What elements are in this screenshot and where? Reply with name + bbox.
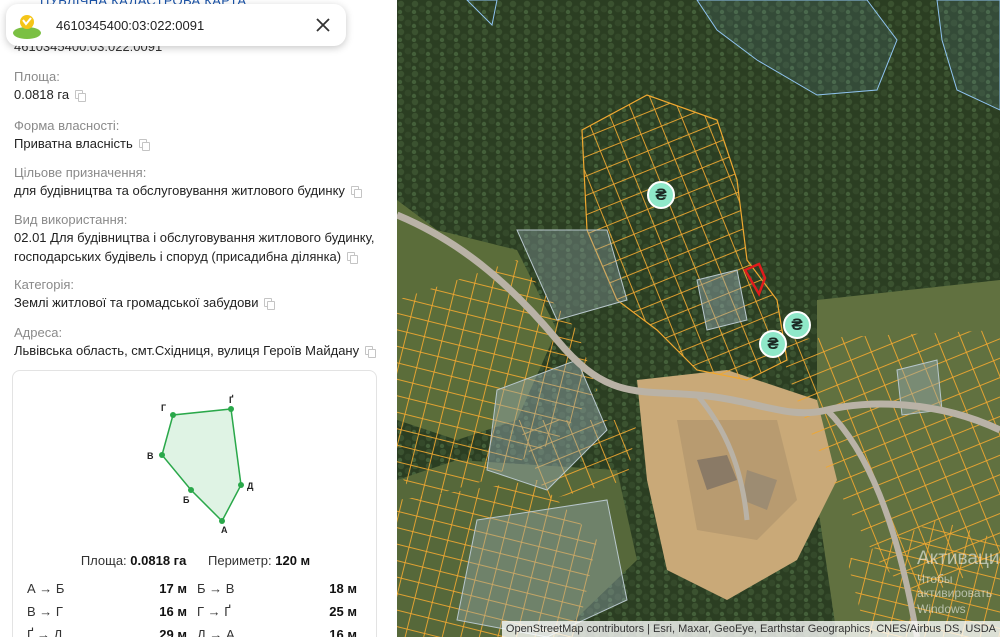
price-marker[interactable]: ₴ — [759, 330, 787, 358]
side-name: Ґ → Д — [27, 627, 63, 637]
parcel-geometry-card: А Б В Г Ґ Д Площа: 0.0818 га Периметр: 1… — [12, 370, 377, 637]
side-length: 18 м — [329, 581, 357, 596]
vertex-label: Б — [183, 495, 190, 505]
geometry-summary: Площа: 0.0818 га Периметр: 120 м — [13, 553, 378, 568]
copy-icon[interactable] — [347, 252, 359, 264]
price-marker[interactable]: ₴ — [647, 181, 675, 209]
watermark-line: Чтобы активировать — [917, 572, 993, 600]
parcel-info-panel: ПУБЛІЧНА КАДАСТРОВА КАРТА 4610345400:03:… — [0, 0, 397, 637]
vertex-h — [170, 412, 176, 418]
side-row: В → Г 16 м Г → Ґ 25 м — [27, 600, 367, 623]
side-row: Ґ → Д 29 м Д → А 16 м — [27, 623, 367, 637]
side-lengths-table: А → Б 17 м Б → В 18 м В → Г 16 м Г → Ґ 25 м … — [27, 577, 367, 637]
price-marker[interactable]: ₴ — [783, 311, 811, 339]
vertex-a — [219, 518, 225, 524]
address-field: Адреса: Львівська область, смт.Східниця,… — [14, 324, 389, 360]
category-value: Землі житлової та громадської забудови — [14, 295, 259, 310]
vertex-label: В — [147, 451, 154, 461]
copy-icon[interactable] — [365, 346, 377, 358]
parcel-shape-diagram: А Б В Г Ґ Д — [147, 394, 254, 533]
category-label: Категорія: — [14, 277, 75, 292]
side-name: Д → А — [197, 627, 235, 637]
category-field: Категорія: Землі житлової та громадської… — [14, 276, 389, 312]
side-length: 16 м — [329, 627, 357, 637]
side-name: В → Г — [27, 604, 63, 619]
area-value: 0.0818 га — [14, 87, 70, 102]
watermark-line: Windows — [917, 602, 966, 616]
side-name: Б → В — [197, 581, 235, 596]
side-name: А → Б — [27, 581, 65, 596]
side-length: 16 м — [159, 604, 187, 619]
area-label: Площа: — [14, 69, 60, 84]
vertex-g — [228, 406, 234, 412]
vertex-b — [188, 487, 194, 493]
ownership-value: Приватна власність — [14, 136, 133, 151]
usage-field: Вид використання: 02.01 Для будівництва … — [14, 211, 389, 266]
close-button[interactable] — [308, 10, 338, 40]
purpose-value: для будівництва та обслуговування житлов… — [14, 183, 345, 198]
search-input[interactable]: 4610345400:03:022:0091 — [56, 18, 308, 33]
vertex-label: Ґ — [229, 394, 234, 405]
perimeter-value: 120 м — [275, 553, 311, 568]
vertex-v — [159, 452, 165, 458]
copy-icon[interactable] — [138, 139, 150, 151]
vertex-d — [238, 482, 244, 488]
map-canvas[interactable] — [397, 0, 1000, 637]
watermark-title: Активация — [917, 548, 1000, 569]
side-length: 17 м — [159, 581, 187, 596]
usage-value-line1: 02.01 Для будівництва і обслуговування ж… — [14, 230, 375, 245]
perimeter-label: Периметр: — [208, 553, 272, 568]
map-attribution[interactable]: OpenStreetMap contributors | Esri, Maxar… — [501, 621, 1000, 637]
search-bar[interactable]: 4610345400:03:022:0091 — [6, 4, 346, 46]
usage-value-line2: господарських будівель і споруд (присади… — [14, 249, 342, 264]
satellite-map[interactable]: ₴ ₴ ₴ Активация Чтобы активировать Windo… — [397, 0, 1000, 637]
side-length: 29 м — [159, 627, 187, 637]
copy-icon[interactable] — [75, 90, 87, 102]
address-label: Адреса: — [14, 325, 63, 340]
usage-label: Вид використання: — [14, 212, 128, 227]
vertex-label: Д — [247, 481, 254, 491]
purpose-field: Цільове призначення: для будівництва та … — [14, 164, 389, 200]
vertex-label: А — [221, 525, 228, 533]
vertex-label: Г — [161, 403, 166, 413]
side-row: А → Б 17 м Б → В 18 м — [27, 577, 367, 600]
area-summary-value: 0.0818 га — [130, 553, 187, 568]
app-logo-icon[interactable] — [10, 8, 44, 42]
ownership-label: Форма власності: — [14, 118, 120, 133]
copy-icon[interactable] — [350, 186, 362, 198]
copy-icon[interactable] — [264, 298, 276, 310]
close-icon — [316, 18, 330, 32]
address-value: Львівська область, смт.Східниця, вулиця … — [14, 343, 360, 358]
side-name: Г → Ґ — [197, 604, 231, 619]
purpose-label: Цільове призначення: — [14, 165, 147, 180]
area-field: Площа: 0.0818 га — [14, 68, 389, 104]
ownership-field: Форма власності: Приватна власність — [14, 117, 389, 153]
area-summary-label: Площа: — [80, 553, 127, 568]
windows-activation-watermark: Активация Чтобы активировать Windows — [917, 548, 1000, 616]
side-length: 25 м — [329, 604, 357, 619]
